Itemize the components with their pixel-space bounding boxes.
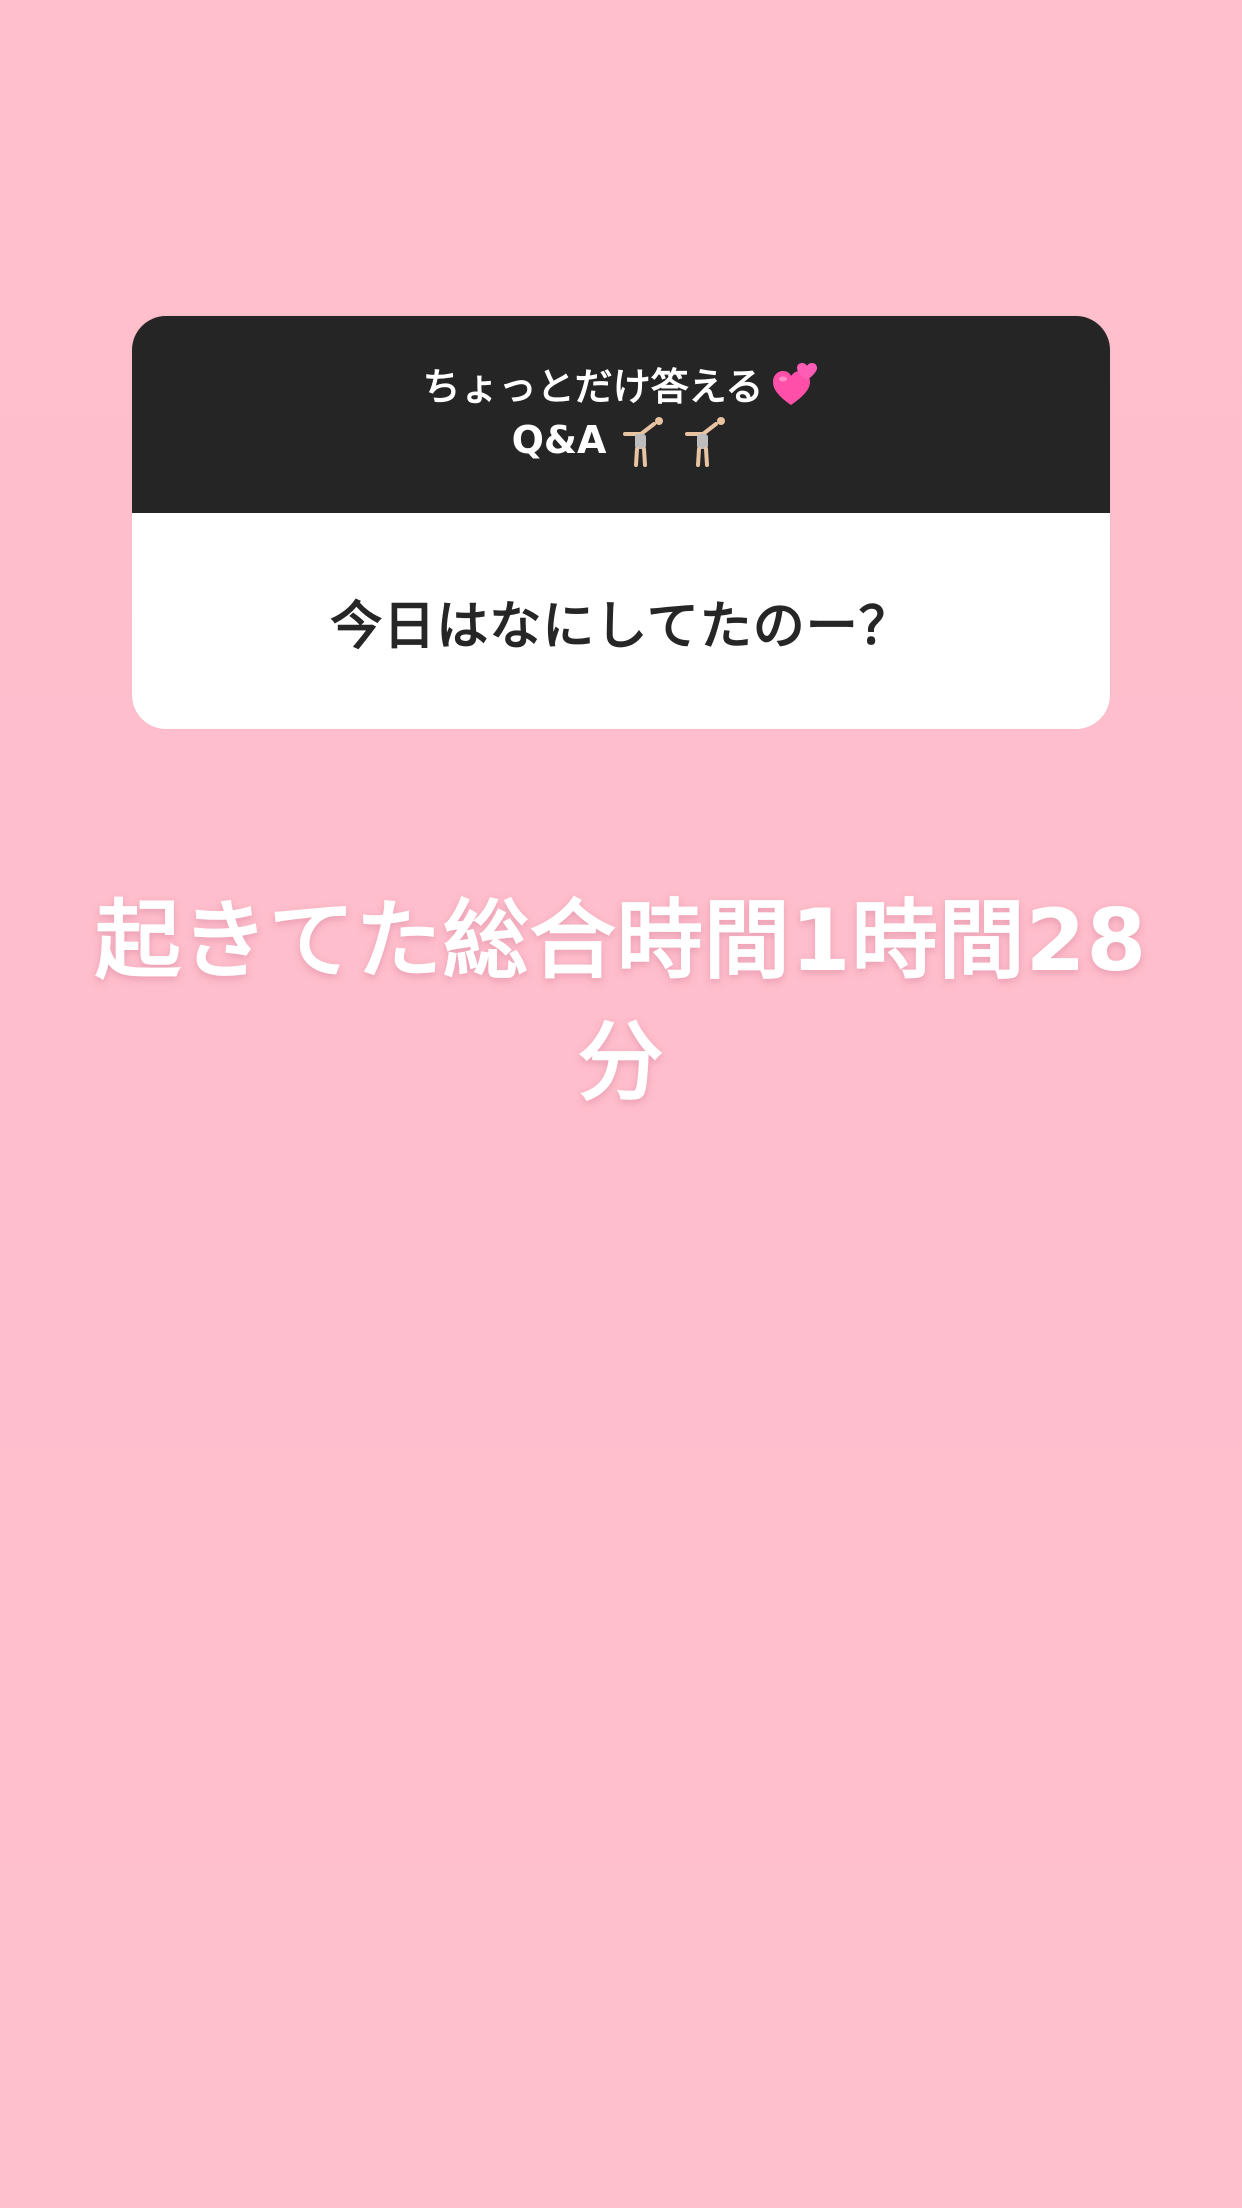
question-prompt-line-2: Q&A <box>512 412 731 468</box>
person-cartwheeling-icon <box>674 412 730 468</box>
qa-label: Q&A <box>511 417 607 462</box>
question-sticker-header: ちょっとだけ答える Q&A <box>132 316 1110 513</box>
story-canvas: ちょっとだけ答える Q&A 今日はなにしてたのー？ 起きてた総合時間1時間28分 <box>0 0 1242 2208</box>
question-sticker[interactable]: ちょっとだけ答える Q&A 今日はなにしてたのー？ <box>132 316 1110 729</box>
question-prompt-text: ちょっとだけ答える <box>422 364 764 409</box>
question-text: 今日はなにしてたのー？ <box>330 596 912 657</box>
question-prompt-line-1: ちょっとだけ答える <box>423 362 820 412</box>
person-cartwheeling-icon <box>612 412 668 468</box>
two-hearts-icon <box>769 362 819 412</box>
answer-text: 起きてた総合時間1時間28分 <box>94 891 1148 1113</box>
question-sticker-body: 今日はなにしてたのー？ <box>132 513 1110 729</box>
